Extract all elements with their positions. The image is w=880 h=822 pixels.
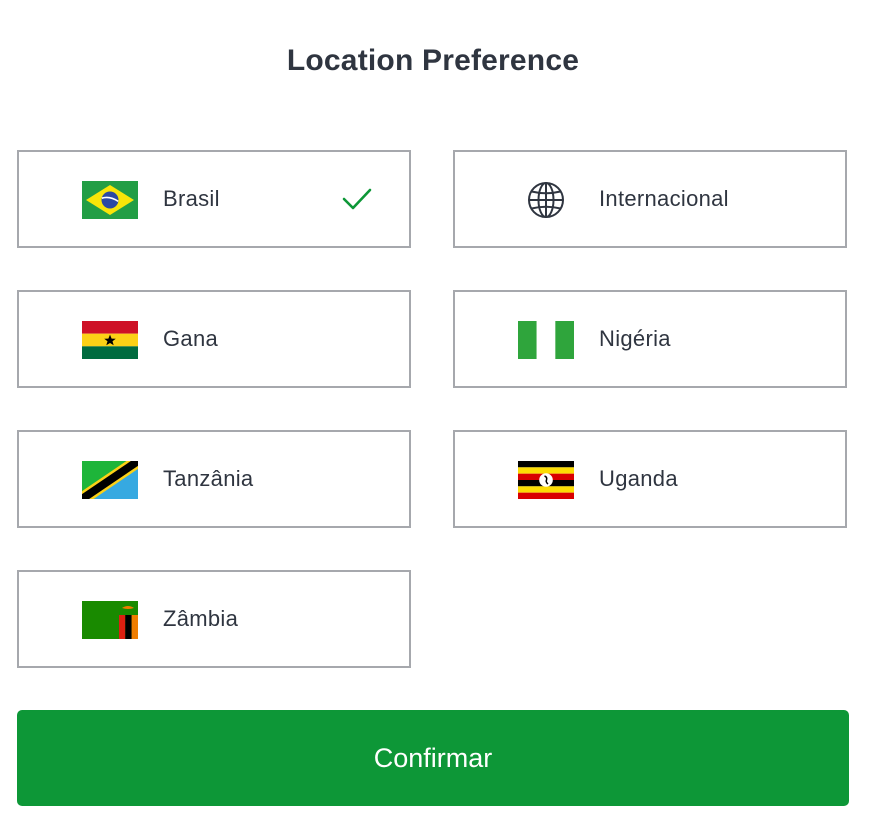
location-option-nigeria[interactable]: Nigéria bbox=[453, 290, 847, 388]
location-option-uganda[interactable]: Uganda bbox=[453, 430, 847, 528]
location-option-label: Brasil bbox=[163, 186, 220, 211]
location-option-label: Tanzânia bbox=[163, 466, 254, 491]
location-option-label: Gana bbox=[163, 326, 219, 351]
location-option-zambia[interactable]: Zâmbia bbox=[17, 570, 411, 668]
location-option-tanzania[interactable]: Tanzânia bbox=[17, 430, 411, 528]
location-option-label: Internacional bbox=[599, 186, 729, 211]
checkmark-icon bbox=[341, 185, 373, 213]
location-option-label: Zâmbia bbox=[163, 606, 239, 631]
nigeria-flag-icon bbox=[518, 321, 574, 359]
globe-icon bbox=[518, 181, 574, 219]
location-option-label: Uganda bbox=[599, 466, 678, 491]
location-option-label: Nigéria bbox=[599, 326, 671, 351]
location-option-internacional[interactable]: Internacional bbox=[453, 150, 847, 248]
confirm-button[interactable]: Confirmar bbox=[17, 710, 849, 806]
page-title: Location Preference bbox=[286, 44, 580, 77]
zambia-flag-icon bbox=[82, 601, 138, 639]
tanzania-flag-icon bbox=[82, 461, 138, 499]
location-option-brasil[interactable]: Brasil bbox=[17, 150, 411, 248]
ghana-flag-icon bbox=[82, 321, 138, 359]
location-option-gana[interactable]: Gana bbox=[17, 290, 411, 388]
uganda-flag-icon bbox=[518, 461, 574, 499]
brazil-flag-icon bbox=[82, 181, 138, 219]
